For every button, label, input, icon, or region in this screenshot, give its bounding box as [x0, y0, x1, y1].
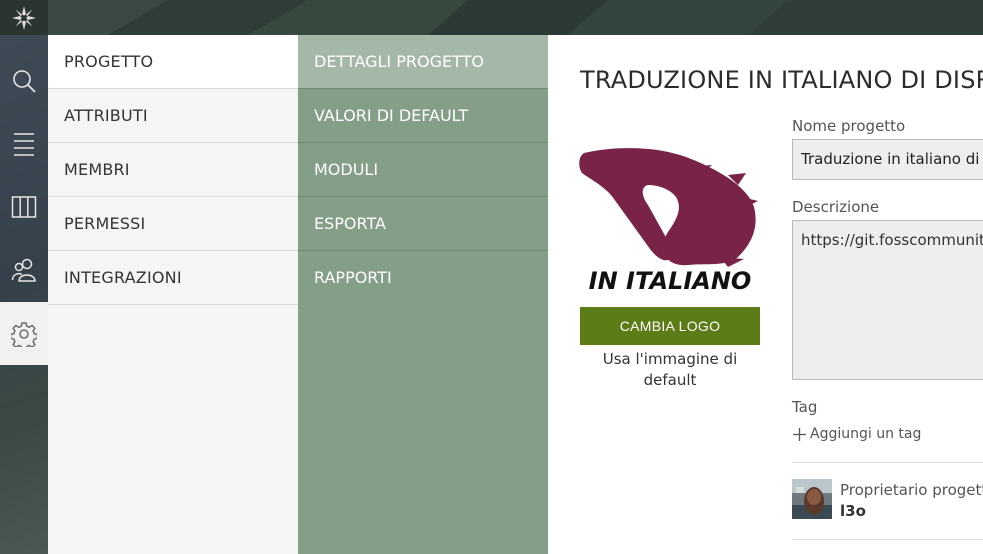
project-logo: IN ITALIANO — [579, 148, 758, 295]
project-name-label: Nome progetto — [792, 117, 906, 135]
top-bar-decoration — [48, 0, 983, 35]
submenu-item-esporta[interactable]: Esporta — [298, 197, 548, 251]
project-name-input[interactable]: Traduzione in italiano di Disroot — [792, 139, 983, 180]
page-title: TRADUZIONE IN ITALIANO DI DISROOT — [580, 66, 983, 94]
description-textarea[interactable]: https://git.fosscommunity.in — [792, 220, 983, 380]
submenu-item-valori-di-default[interactable]: Valori di default — [298, 89, 548, 143]
project-details-panel: TRADUZIONE IN ITALIANO DI DISROOT IN ITA… — [548, 35, 983, 554]
rail-team[interactable] — [0, 238, 48, 301]
owner-label: Proprietario progetto — [840, 481, 983, 499]
admin-menu: Progetto Attributi Membri Permessi Integ… — [48, 35, 298, 554]
menu-item-integrazioni[interactable]: Integrazioni — [48, 251, 298, 305]
team-icon — [11, 258, 36, 282]
menu-item-attributi[interactable]: Attributi — [48, 89, 298, 143]
menu-item-permessi[interactable]: Permessi — [48, 197, 298, 251]
rail-kanban[interactable] — [0, 175, 48, 238]
kanban-board-icon — [11, 195, 37, 218]
avatar[interactable] — [792, 479, 832, 519]
tag-label: Tag — [792, 398, 818, 416]
nav-rail — [0, 35, 48, 554]
description-label: Descrizione — [792, 198, 880, 216]
taiga-logo-icon[interactable] — [0, 0, 48, 35]
add-tag-label: Aggiungi un tag — [810, 426, 922, 442]
backlog-list-icon — [14, 132, 34, 156]
search-icon — [13, 69, 36, 93]
submenu-item-dettagli-progetto[interactable]: Dettagli progetto — [298, 35, 548, 89]
menu-item-progetto[interactable]: Progetto — [48, 35, 298, 89]
rail-search[interactable] — [0, 49, 48, 112]
logo-text: IN ITALIANO — [589, 267, 752, 295]
submenu-item-moduli[interactable]: Moduli — [298, 143, 548, 197]
top-bar — [0, 0, 983, 35]
divider — [792, 539, 983, 540]
project-submenu: Dettagli progetto Valori di default Modu… — [298, 35, 548, 554]
menu-item-membri[interactable]: Membri — [48, 143, 298, 197]
owner-name[interactable]: l3o — [840, 502, 866, 520]
divider — [792, 462, 983, 463]
rail-settings[interactable] — [0, 302, 48, 365]
settings-gear-icon — [11, 321, 37, 347]
rail-backlog[interactable] — [0, 112, 48, 175]
plus-icon — [793, 427, 806, 441]
add-tag-button[interactable]: Aggiungi un tag — [792, 426, 921, 442]
submenu-item-rapporti[interactable]: Rapporti — [298, 251, 548, 305]
change-logo-button[interactable]: Cambia logo — [580, 307, 760, 345]
use-default-image-link[interactable]: Usa l'immagine di default — [580, 349, 760, 391]
